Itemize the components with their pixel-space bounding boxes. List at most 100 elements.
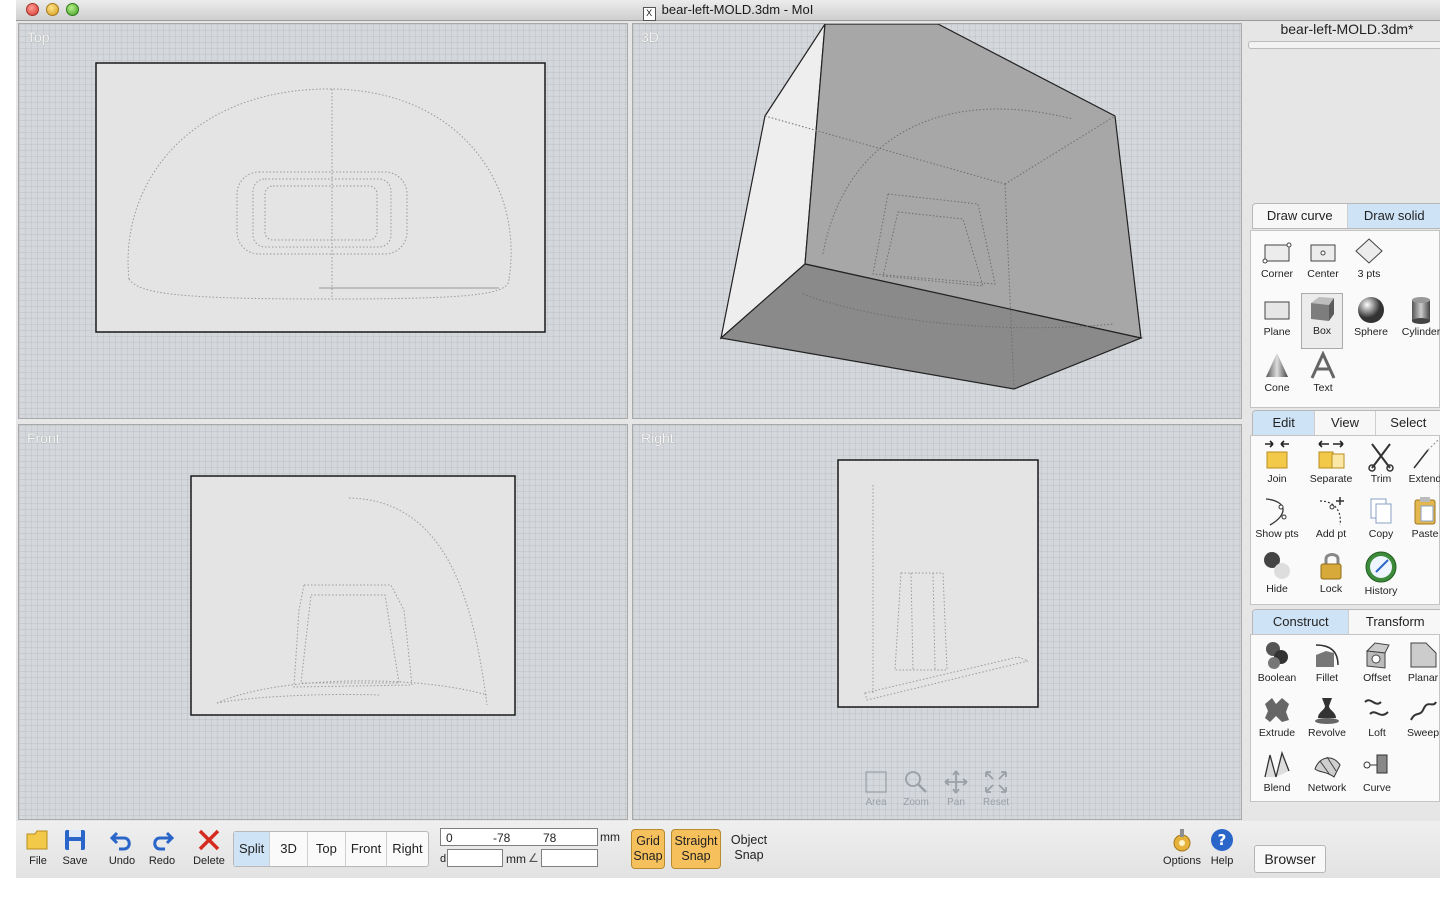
- extrude-icon: [1265, 698, 1289, 722]
- main-window: Top 3D Front Right Area Zoom Pan Reset F…: [16, 21, 1440, 878]
- plane-icon: [1264, 301, 1290, 320]
- tool-fillet[interactable]: Fillet: [1301, 639, 1353, 695]
- undo-icon: [109, 831, 131, 851]
- area-zoom-button[interactable]: Area: [859, 769, 893, 819]
- tool-sphere[interactable]: Sphere: [1345, 295, 1397, 351]
- pan-button[interactable]: Pan: [939, 769, 973, 819]
- straight-snap-toggle[interactable]: Straight Snap: [671, 829, 721, 869]
- planar-icon: [1410, 642, 1437, 668]
- delete-button[interactable]: Delete: [187, 827, 231, 875]
- hide-icon: [1264, 552, 1290, 579]
- options-gear-icon: [1173, 829, 1191, 852]
- tool-curve[interactable]: Curve: [1351, 749, 1403, 805]
- tool-sweep[interactable]: Sweep: [1397, 694, 1440, 750]
- area-icon: [865, 771, 887, 793]
- front-view-drawing: [190, 475, 516, 716]
- tab-transform[interactable]: Transform: [1349, 610, 1440, 634]
- tool-separate[interactable]: Separate: [1305, 440, 1357, 496]
- view-split-button[interactable]: Split: [234, 832, 271, 866]
- show-points-icon: [1265, 498, 1287, 526]
- viewport-3d[interactable]: 3D: [632, 23, 1242, 419]
- reset-icon: [985, 771, 1007, 793]
- tool-loft[interactable]: Loft: [1351, 694, 1403, 750]
- add-point-icon: [1319, 497, 1344, 526]
- tool-join[interactable]: Join: [1251, 440, 1303, 496]
- tab-select[interactable]: Select: [1376, 411, 1440, 435]
- tool-show-points[interactable]: Show pts: [1251, 495, 1303, 551]
- viewport-top[interactable]: Top: [18, 23, 628, 419]
- svg-text:?: ?: [1218, 831, 1227, 849]
- scissors-icon: [1368, 443, 1394, 472]
- tool-center[interactable]: Center: [1297, 237, 1349, 293]
- tool-cone[interactable]: Cone: [1251, 351, 1303, 407]
- 3d-view-drawing: [719, 24, 1144, 390]
- tab-view[interactable]: View: [1315, 411, 1376, 435]
- tool-cylinder[interactable]: Cylinder: [1395, 295, 1440, 351]
- draw-tabs: Draw curve Draw solid: [1252, 203, 1440, 229]
- options-button[interactable]: Options: [1160, 827, 1204, 875]
- loft-icon: [1364, 699, 1389, 716]
- tool-box[interactable]: Box: [1301, 293, 1343, 349]
- tab-draw-solid[interactable]: Draw solid: [1347, 204, 1440, 228]
- angle-icon: ∠: [528, 851, 539, 865]
- document-icon: X: [642, 7, 656, 21]
- tool-hide[interactable]: Hide: [1251, 550, 1303, 606]
- angle-input[interactable]: [541, 849, 598, 867]
- undo-button[interactable]: Undo: [100, 827, 144, 875]
- tool-text[interactable]: Text: [1297, 351, 1349, 407]
- tool-add-point[interactable]: Add pt: [1305, 495, 1357, 551]
- reset-view-button[interactable]: Reset: [979, 769, 1013, 819]
- tool-revolve[interactable]: Revolve: [1301, 694, 1353, 750]
- grid-snap-toggle[interactable]: Grid Snap: [631, 829, 665, 869]
- tool-corner[interactable]: Corner: [1251, 237, 1303, 293]
- curve-network-icon: [1363, 754, 1388, 774]
- view-top-button[interactable]: Top: [308, 832, 346, 866]
- floppy-disk-icon: [65, 830, 85, 850]
- distance-label: d: [440, 853, 447, 865]
- tool-lock[interactable]: Lock: [1305, 550, 1357, 606]
- extend-icon: [1413, 440, 1439, 469]
- draw-solid-panel: Corner Center 3 pts Plane Box Sphere Cyl…: [1250, 230, 1440, 408]
- viewport-right[interactable]: Right Area Zoom Pan Reset: [632, 424, 1242, 820]
- viewport-front[interactable]: Front: [18, 424, 628, 820]
- view-3d-button[interactable]: 3D: [270, 832, 308, 866]
- tab-edit[interactable]: Edit: [1253, 411, 1316, 435]
- tool-boolean[interactable]: Boolean: [1251, 639, 1303, 695]
- document-name: bear-left-MOLD.3dm*: [1280, 21, 1414, 37]
- construct-panel: Boolean Fillet Offset Planar Extrude Rev…: [1250, 634, 1440, 802]
- tool-planar[interactable]: Planar: [1397, 639, 1440, 695]
- separate-icon: [1318, 440, 1345, 469]
- sphere-icon: [1358, 297, 1384, 323]
- object-snap-toggle[interactable]: Object Snap: [726, 833, 772, 863]
- distance-input[interactable]: [447, 849, 503, 867]
- redo-button[interactable]: Redo: [140, 827, 184, 875]
- tool-plane[interactable]: Plane: [1251, 295, 1303, 351]
- corner-rectangle-icon: [1262, 242, 1292, 264]
- object-list-scrollbar[interactable]: [1248, 41, 1440, 49]
- right-view-drawing: [837, 459, 1039, 708]
- tool-offset[interactable]: Offset: [1351, 639, 1403, 695]
- coordinate-input[interactable]: 0 -78 78: [440, 828, 598, 846]
- folder-icon: [26, 830, 48, 850]
- tool-history[interactable]: History: [1355, 550, 1407, 606]
- copy-icon: [1370, 498, 1392, 524]
- tool-3-points[interactable]: 3 pts: [1343, 237, 1395, 293]
- padlock-icon: [1320, 553, 1342, 580]
- three-point-rectangle-icon: [1355, 238, 1383, 264]
- tool-blend[interactable]: Blend: [1251, 749, 1303, 805]
- history-clock-icon: [1365, 551, 1397, 583]
- delete-x-icon: [198, 829, 220, 851]
- tab-draw-curve[interactable]: Draw curve: [1253, 204, 1348, 228]
- right-sidebar: bear-left-MOLD.3dm* Draw curve Draw soli…: [1248, 21, 1440, 881]
- tab-construct[interactable]: Construct: [1253, 610, 1350, 634]
- offset-icon: [1365, 642, 1390, 669]
- tool-extrude[interactable]: Extrude: [1251, 694, 1303, 750]
- help-button[interactable]: ? Help: [1200, 827, 1244, 875]
- save-button[interactable]: Save: [53, 827, 97, 875]
- view-front-button[interactable]: Front: [346, 832, 388, 866]
- zoom-button[interactable]: Zoom: [899, 769, 933, 819]
- tool-network[interactable]: Network: [1301, 749, 1353, 805]
- tool-paste[interactable]: Paste: [1399, 495, 1440, 551]
- tool-extend[interactable]: Extend: [1399, 440, 1440, 496]
- view-right-button[interactable]: Right: [387, 832, 427, 866]
